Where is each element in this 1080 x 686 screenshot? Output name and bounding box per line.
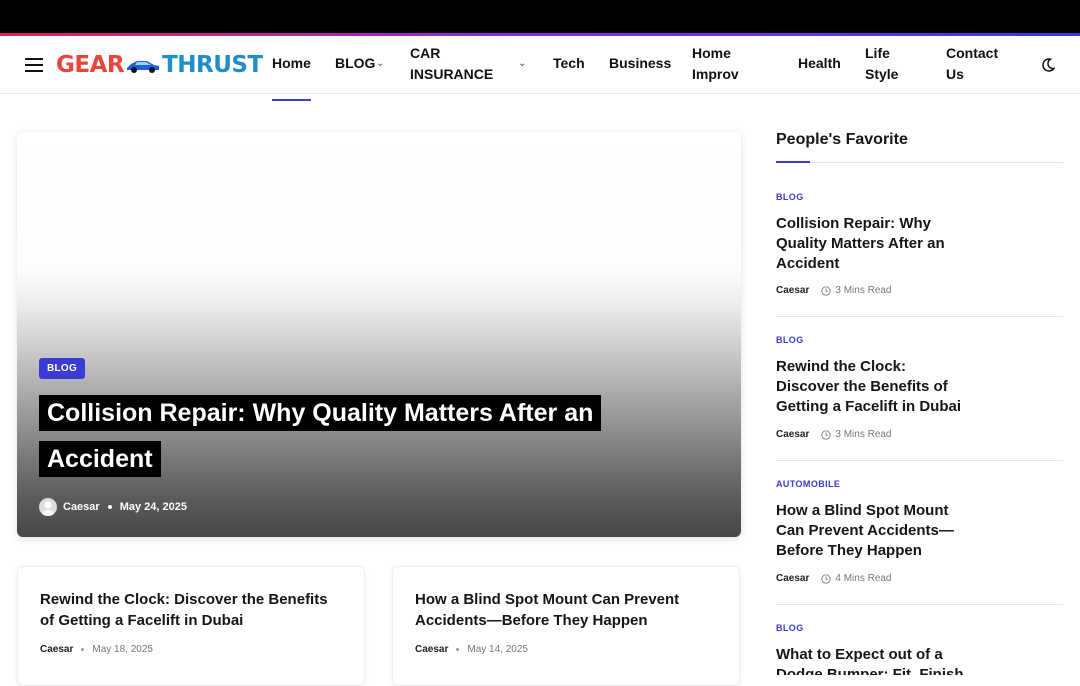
hero-meta: Caesar May 24, 2025 xyxy=(39,498,187,516)
list-item-category[interactable]: BLOG xyxy=(776,623,804,633)
nav-life-style[interactable]: Life Style xyxy=(865,43,898,85)
chevron-down-icon: ⌄ xyxy=(376,58,385,69)
list-item[interactable]: BLOG Collision Repair: Why Quality Matte… xyxy=(776,180,1063,317)
list-item-title[interactable]: Rewind the Clock: Discover the Benefits … xyxy=(776,357,966,417)
clock-icon xyxy=(821,285,832,296)
nav-home[interactable]: Home xyxy=(272,53,311,101)
nav-contact-us[interactable]: Contact Us xyxy=(946,43,998,85)
top-bar xyxy=(0,0,1080,33)
meta-separator xyxy=(456,648,460,651)
avatar xyxy=(39,498,57,516)
post-card-date: May 14, 2025 xyxy=(467,644,528,655)
logo-text-thrust: THRUST xyxy=(162,52,263,78)
nav-car-insurance[interactable]: CAR INSURANCE xyxy=(410,43,493,85)
nav-car-insurance-line1: CAR xyxy=(410,45,441,61)
hero-title-text[interactable]: Collision Repair: Why Quality Matters Af… xyxy=(39,395,602,477)
list-item-meta: Caesar 3 Mins Read xyxy=(776,429,892,440)
post-card[interactable]: How a Blind Spot Mount Can Prevent Accid… xyxy=(392,566,740,686)
site-header: GEAR THRUST Home BLOG ⌄ CAR INSURANCE ⌄ … xyxy=(0,36,1080,101)
nav-tech[interactable]: Tech xyxy=(553,53,585,74)
list-item-meta: Caesar 4 Mins Read xyxy=(776,573,892,584)
nav-business[interactable]: Business xyxy=(609,53,671,74)
car-icon xyxy=(127,61,160,73)
list-item[interactable]: BLOG What to Expect out of a Dodge Bumpe… xyxy=(776,605,1063,675)
nav-contact-line2: Us xyxy=(946,66,964,82)
post-card-title[interactable]: How a Blind Spot Mount Can Prevent Accid… xyxy=(415,589,720,631)
list-item-author[interactable]: Caesar xyxy=(776,429,809,440)
nav-contact-line1: Contact xyxy=(946,45,999,61)
hero-featured-post[interactable]: BLOG Collision Repair: Why Quality Matte… xyxy=(17,132,741,537)
hero-title[interactable]: Collision Repair: Why Quality Matters Af… xyxy=(39,390,602,482)
nav-life-style-line2: Style xyxy=(865,66,899,82)
nav-life-style-line1: Life xyxy=(865,45,890,61)
list-item-read-time: 4 Mins Read xyxy=(835,573,892,584)
meta-separator xyxy=(81,648,85,651)
list-item-title[interactable]: Collision Repair: Why Quality Matters Af… xyxy=(776,214,966,274)
chevron-down-icon: ⌄ xyxy=(518,58,527,69)
post-card-date: May 18, 2025 xyxy=(92,644,153,655)
list-item-category[interactable]: BLOG xyxy=(776,192,804,202)
post-card-author[interactable]: Caesar xyxy=(40,644,73,655)
site-logo[interactable]: GEAR THRUST xyxy=(56,52,263,78)
list-item[interactable]: BLOG Rewind the Clock: Discover the Bene… xyxy=(776,317,1063,461)
clock-icon xyxy=(821,429,832,440)
nav-home-improv-line2: Improv xyxy=(692,66,739,82)
list-item[interactable]: AUTOMOBILE How a Blind Spot Mount Can Pr… xyxy=(776,461,1063,605)
nav-car-insurance-line2: INSURANCE xyxy=(410,66,494,82)
meta-separator xyxy=(107,505,112,509)
post-card-title[interactable]: Rewind the Clock: Discover the Benefits … xyxy=(40,589,345,631)
list-item-author[interactable]: Caesar xyxy=(776,573,809,584)
hero-author[interactable]: Caesar xyxy=(63,501,100,513)
list-item-read-time: 3 Mins Read xyxy=(835,285,892,296)
nav-blog[interactable]: BLOG xyxy=(335,53,375,74)
nav-health[interactable]: Health xyxy=(798,53,841,74)
list-item-author[interactable]: Caesar xyxy=(776,285,809,296)
list-item-category[interactable]: AUTOMOBILE xyxy=(776,479,840,489)
post-card[interactable]: Rewind the Clock: Discover the Benefits … xyxy=(17,566,365,686)
post-card-meta: Caesar May 14, 2025 xyxy=(415,644,528,655)
list-item-title[interactable]: How a Blind Spot Mount Can Prevent Accid… xyxy=(776,501,966,561)
list-item-category[interactable]: BLOG xyxy=(776,335,804,345)
sidebar-title: People's Favorite xyxy=(776,131,908,148)
list-item-meta: Caesar 3 Mins Read xyxy=(776,285,892,296)
list-item-title[interactable]: What to Expect out of a Dodge Bumper: Fi… xyxy=(776,645,966,675)
sidebar-title-accent xyxy=(776,161,810,163)
clock-icon xyxy=(821,573,832,584)
hero-category-badge[interactable]: BLOG xyxy=(39,358,86,379)
hero-date: May 24, 2025 xyxy=(119,501,187,513)
post-card-author[interactable]: Caesar xyxy=(415,644,448,655)
sidebar-title-divider xyxy=(776,162,1063,163)
hamburger-menu-icon[interactable] xyxy=(25,58,43,72)
nav-home-improv-line1: Home xyxy=(692,45,731,61)
post-card-meta: Caesar May 18, 2025 xyxy=(40,644,153,655)
nav-home-improv[interactable]: Home Improv xyxy=(692,43,739,85)
user-avatar-icon xyxy=(41,501,55,516)
list-item-read-time: 3 Mins Read xyxy=(835,429,892,440)
logo-text-gear: GEAR xyxy=(56,52,125,78)
dark-mode-moon-icon[interactable] xyxy=(1040,57,1056,73)
